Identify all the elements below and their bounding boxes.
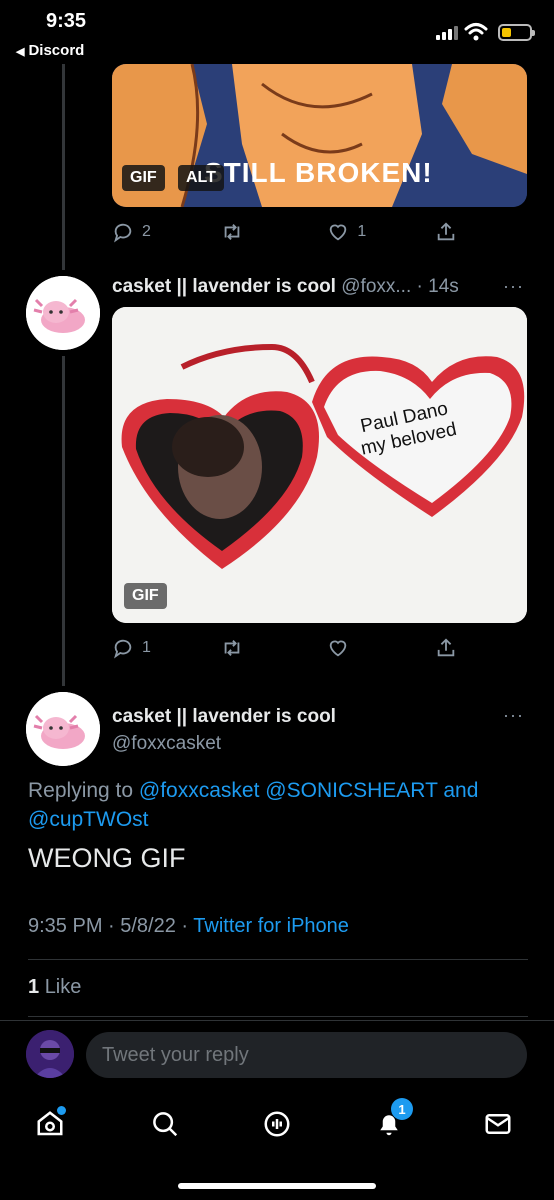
reply-button[interactable]: 2 xyxy=(112,221,156,243)
tweet-meta: 9:35 PM · 5/8/22 · Twitter for iPhone xyxy=(28,915,349,938)
retweet-button[interactable] xyxy=(220,221,264,243)
display-name[interactable]: casket || lavender is cool xyxy=(112,706,336,727)
back-app-label: Discord xyxy=(28,42,85,59)
tab-notifications[interactable]: 1 xyxy=(369,1098,413,1144)
alt-badge[interactable]: ALT xyxy=(178,165,224,191)
like-label: Like xyxy=(44,976,82,998)
mention-link[interactable]: @SONICSHEART xyxy=(265,779,437,802)
like-button[interactable]: 1 xyxy=(327,221,371,243)
tab-spaces[interactable] xyxy=(257,1104,297,1144)
replying-prefix: Replying to xyxy=(28,779,134,802)
battery-icon xyxy=(498,24,535,41)
axolotl-avatar-image xyxy=(26,276,100,350)
user-avatar[interactable] xyxy=(26,1030,74,1078)
tab-bar: 1 xyxy=(0,1094,554,1154)
share-icon xyxy=(437,638,455,657)
tweet-source-link[interactable]: Twitter for iPhone xyxy=(193,915,349,937)
tab-search[interactable] xyxy=(145,1104,185,1144)
mention-and[interactable]: and xyxy=(443,779,478,802)
tab-messages[interactable] xyxy=(478,1104,518,1144)
reply-icon xyxy=(114,639,132,659)
gif-badge: GIF xyxy=(122,165,165,191)
thread-line-top xyxy=(62,64,65,270)
spaces-icon xyxy=(264,1111,290,1137)
gif-media-2[interactable]: Paul Dano my beloved GIF xyxy=(112,307,527,623)
back-to-app-link[interactable]: ◀ Discord xyxy=(16,42,84,59)
share-button[interactable] xyxy=(435,221,457,243)
main-display-name[interactable]: casket || lavender is cool xyxy=(112,706,336,728)
gif-badge: GIF xyxy=(124,583,167,609)
tweet2-actions: 1 xyxy=(112,634,457,662)
reply-button[interactable]: 1 xyxy=(112,637,156,659)
like-count: 1 xyxy=(28,976,40,998)
home-unread-dot xyxy=(57,1106,66,1115)
main-handle[interactable]: @foxxcasket xyxy=(112,733,221,755)
replying-to: Replying to @foxxcasket @SONICSHEART and… xyxy=(28,776,508,834)
avatar[interactable] xyxy=(26,692,100,766)
home-indicator xyxy=(178,1183,376,1189)
mail-icon xyxy=(485,1114,511,1134)
reply-input[interactable]: Tweet your reply xyxy=(86,1032,527,1078)
wifi-icon xyxy=(464,23,488,41)
tweet-timestamp: 9:35 PM · 5/8/22 · xyxy=(28,915,189,937)
display-name[interactable]: casket || lavender is cool xyxy=(112,276,336,297)
tweet-text: WEONG GIF xyxy=(28,843,186,873)
thread-line-mid xyxy=(62,356,65,686)
tweet2-header: casket || lavender is cool @foxx... · 14… xyxy=(112,276,459,298)
avatar[interactable] xyxy=(26,276,100,350)
tab-home[interactable] xyxy=(30,1104,70,1144)
reply-icon xyxy=(114,223,132,243)
divider xyxy=(28,1016,528,1017)
axolotl-avatar-image xyxy=(26,692,100,766)
retweet-icon xyxy=(224,224,239,240)
heart-icon xyxy=(330,224,347,241)
share-button[interactable] xyxy=(435,637,457,659)
divider xyxy=(28,959,528,960)
reply-count: 2 xyxy=(142,223,151,240)
heart-icon xyxy=(330,640,347,657)
notification-badge: 1 xyxy=(391,1098,413,1120)
retweet-icon xyxy=(224,640,239,656)
more-options-button[interactable]: ··· xyxy=(503,705,524,726)
like-button[interactable] xyxy=(327,637,371,659)
like-count: 1 xyxy=(357,223,367,240)
gif-media-1[interactable]: STILL BROKEN! GIF ALT xyxy=(112,64,527,207)
share-icon xyxy=(437,222,455,241)
status-bar: 9:35 ◀ Discord xyxy=(0,0,554,64)
reply-count: 1 xyxy=(142,639,151,656)
tweet1-actions: 2 1 xyxy=(112,218,457,246)
handle[interactable]: @foxxcasket xyxy=(112,733,221,754)
heart-glasses-image xyxy=(112,307,527,623)
likes-count-link[interactable]: 1 Like xyxy=(28,976,81,999)
signal-icon xyxy=(436,26,458,40)
handle[interactable]: @foxx... xyxy=(341,276,411,297)
search-icon xyxy=(153,1112,178,1137)
status-time: 9:35 xyxy=(46,10,87,32)
more-options-button[interactable]: ··· xyxy=(503,276,524,297)
tweet-time: · 14s xyxy=(416,276,459,297)
gif-caption: STILL BROKEN! xyxy=(204,157,433,188)
retweet-button[interactable] xyxy=(220,637,264,659)
mention-link[interactable]: @foxxcasket xyxy=(139,779,260,802)
mention-link[interactable]: @cupTWOst xyxy=(28,808,149,831)
user-avatar-image xyxy=(26,1030,74,1078)
back-triangle-icon: ◀ xyxy=(16,46,25,58)
